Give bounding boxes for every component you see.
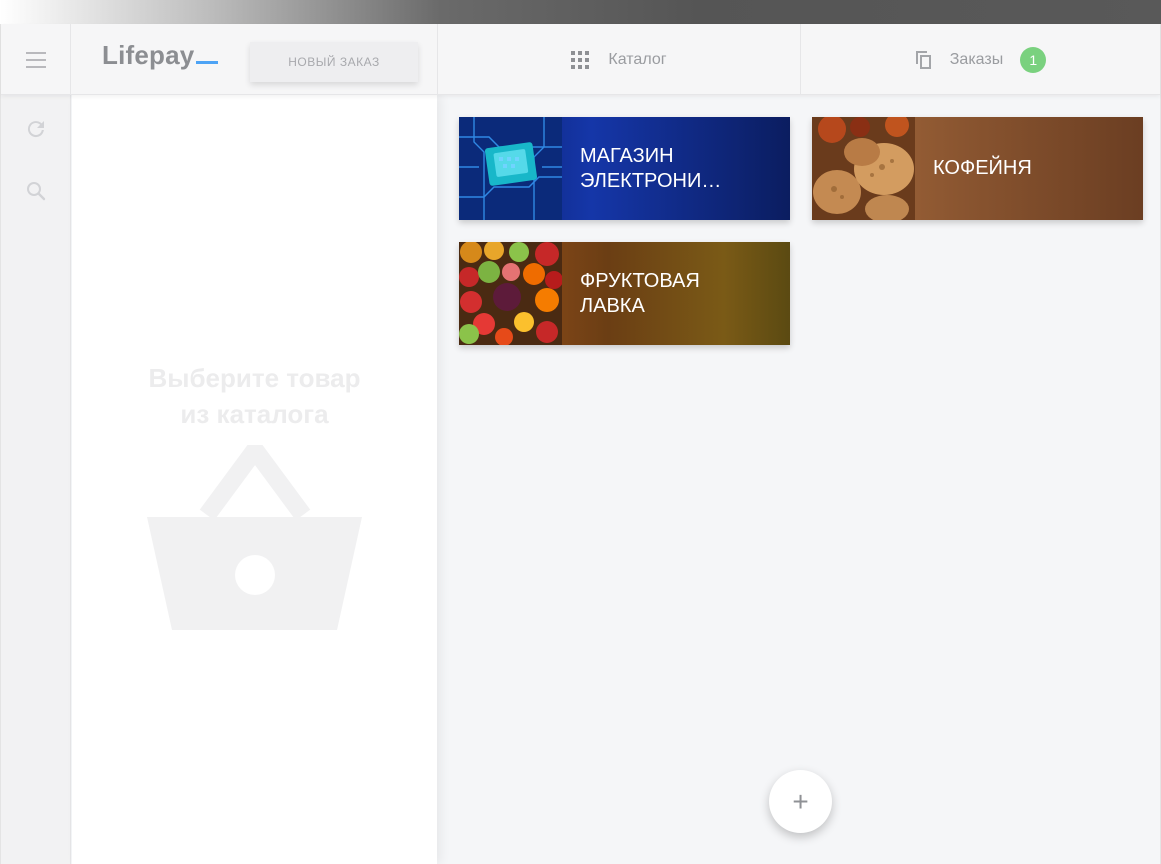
tab-orders[interactable]: Заказы 1: [802, 24, 1160, 95]
empty-order-hint: Выберите товар из каталога: [72, 360, 437, 432]
search-icon[interactable]: [24, 179, 48, 203]
empty-hint-line1: Выберите товар: [148, 363, 361, 393]
card-title-line2: ЭЛЕКТРОНИ…: [580, 169, 722, 192]
logo-text: Lifepay: [102, 40, 195, 70]
fruits-image: [459, 242, 563, 345]
card-title-line1: ФРУКТОВАЯ: [580, 269, 700, 292]
orders-count-badge: 1: [1020, 46, 1047, 73]
catalog-card-label: ФРУКТОВАЯ ЛАВКА: [580, 242, 780, 345]
card-title-line1: КОФЕЙНЯ: [933, 157, 1032, 179]
tab-catalog[interactable]: Каталог: [437, 24, 801, 95]
menu-button[interactable]: [1, 24, 71, 95]
catalog-area: МАГАЗИН ЭЛЕКТРОНИ… КОФЕЙНЯ ФРУКТОВАЯ ЛАВ…: [438, 95, 1160, 864]
refresh-icon[interactable]: [24, 117, 48, 141]
catalog-card-coffee[interactable]: КОФЕЙНЯ: [812, 117, 1143, 220]
circuit-board-image: [459, 117, 562, 220]
logo-underline: [196, 61, 219, 64]
hamburger-icon: [25, 51, 46, 68]
add-button[interactable]: +: [769, 770, 832, 833]
card-title-line2: ЛАВКА: [580, 294, 645, 317]
app-logo: Lifepay: [102, 40, 219, 71]
empty-hint-line2: из каталога: [180, 399, 329, 429]
tab-catalog-label: Каталог: [608, 50, 667, 68]
basket-icon: [147, 441, 362, 635]
card-title-line1: МАГАЗИН: [580, 144, 674, 167]
order-panel: Выберите товар из каталога: [72, 95, 437, 864]
catalog-card-label: МАГАЗИН ЭЛЕКТРОНИ…: [580, 117, 780, 220]
copy-icon: [915, 50, 932, 69]
pastry-image: [812, 117, 915, 220]
new-order-button[interactable]: НОВЫЙ ЗАКАЗ: [250, 42, 418, 82]
catalog-card-label: КОФЕЙНЯ: [933, 117, 1133, 220]
top-bar: Lifepay НОВЫЙ ЗАКАЗ Каталог Заказы 1: [1, 24, 1160, 95]
left-rail: [1, 95, 71, 864]
tab-orders-label: Заказы: [949, 50, 1004, 68]
catalog-card-electronics[interactable]: МАГАЗИН ЭЛЕКТРОНИ…: [459, 117, 790, 220]
catalog-card-fruits[interactable]: ФРУКТОВАЯ ЛАВКА: [459, 242, 790, 345]
grid-icon: [571, 50, 590, 69]
app-window: Lifepay НОВЫЙ ЗАКАЗ Каталог Заказы 1 Выб…: [0, 24, 1161, 864]
device-bezel: [0, 0, 1161, 24]
